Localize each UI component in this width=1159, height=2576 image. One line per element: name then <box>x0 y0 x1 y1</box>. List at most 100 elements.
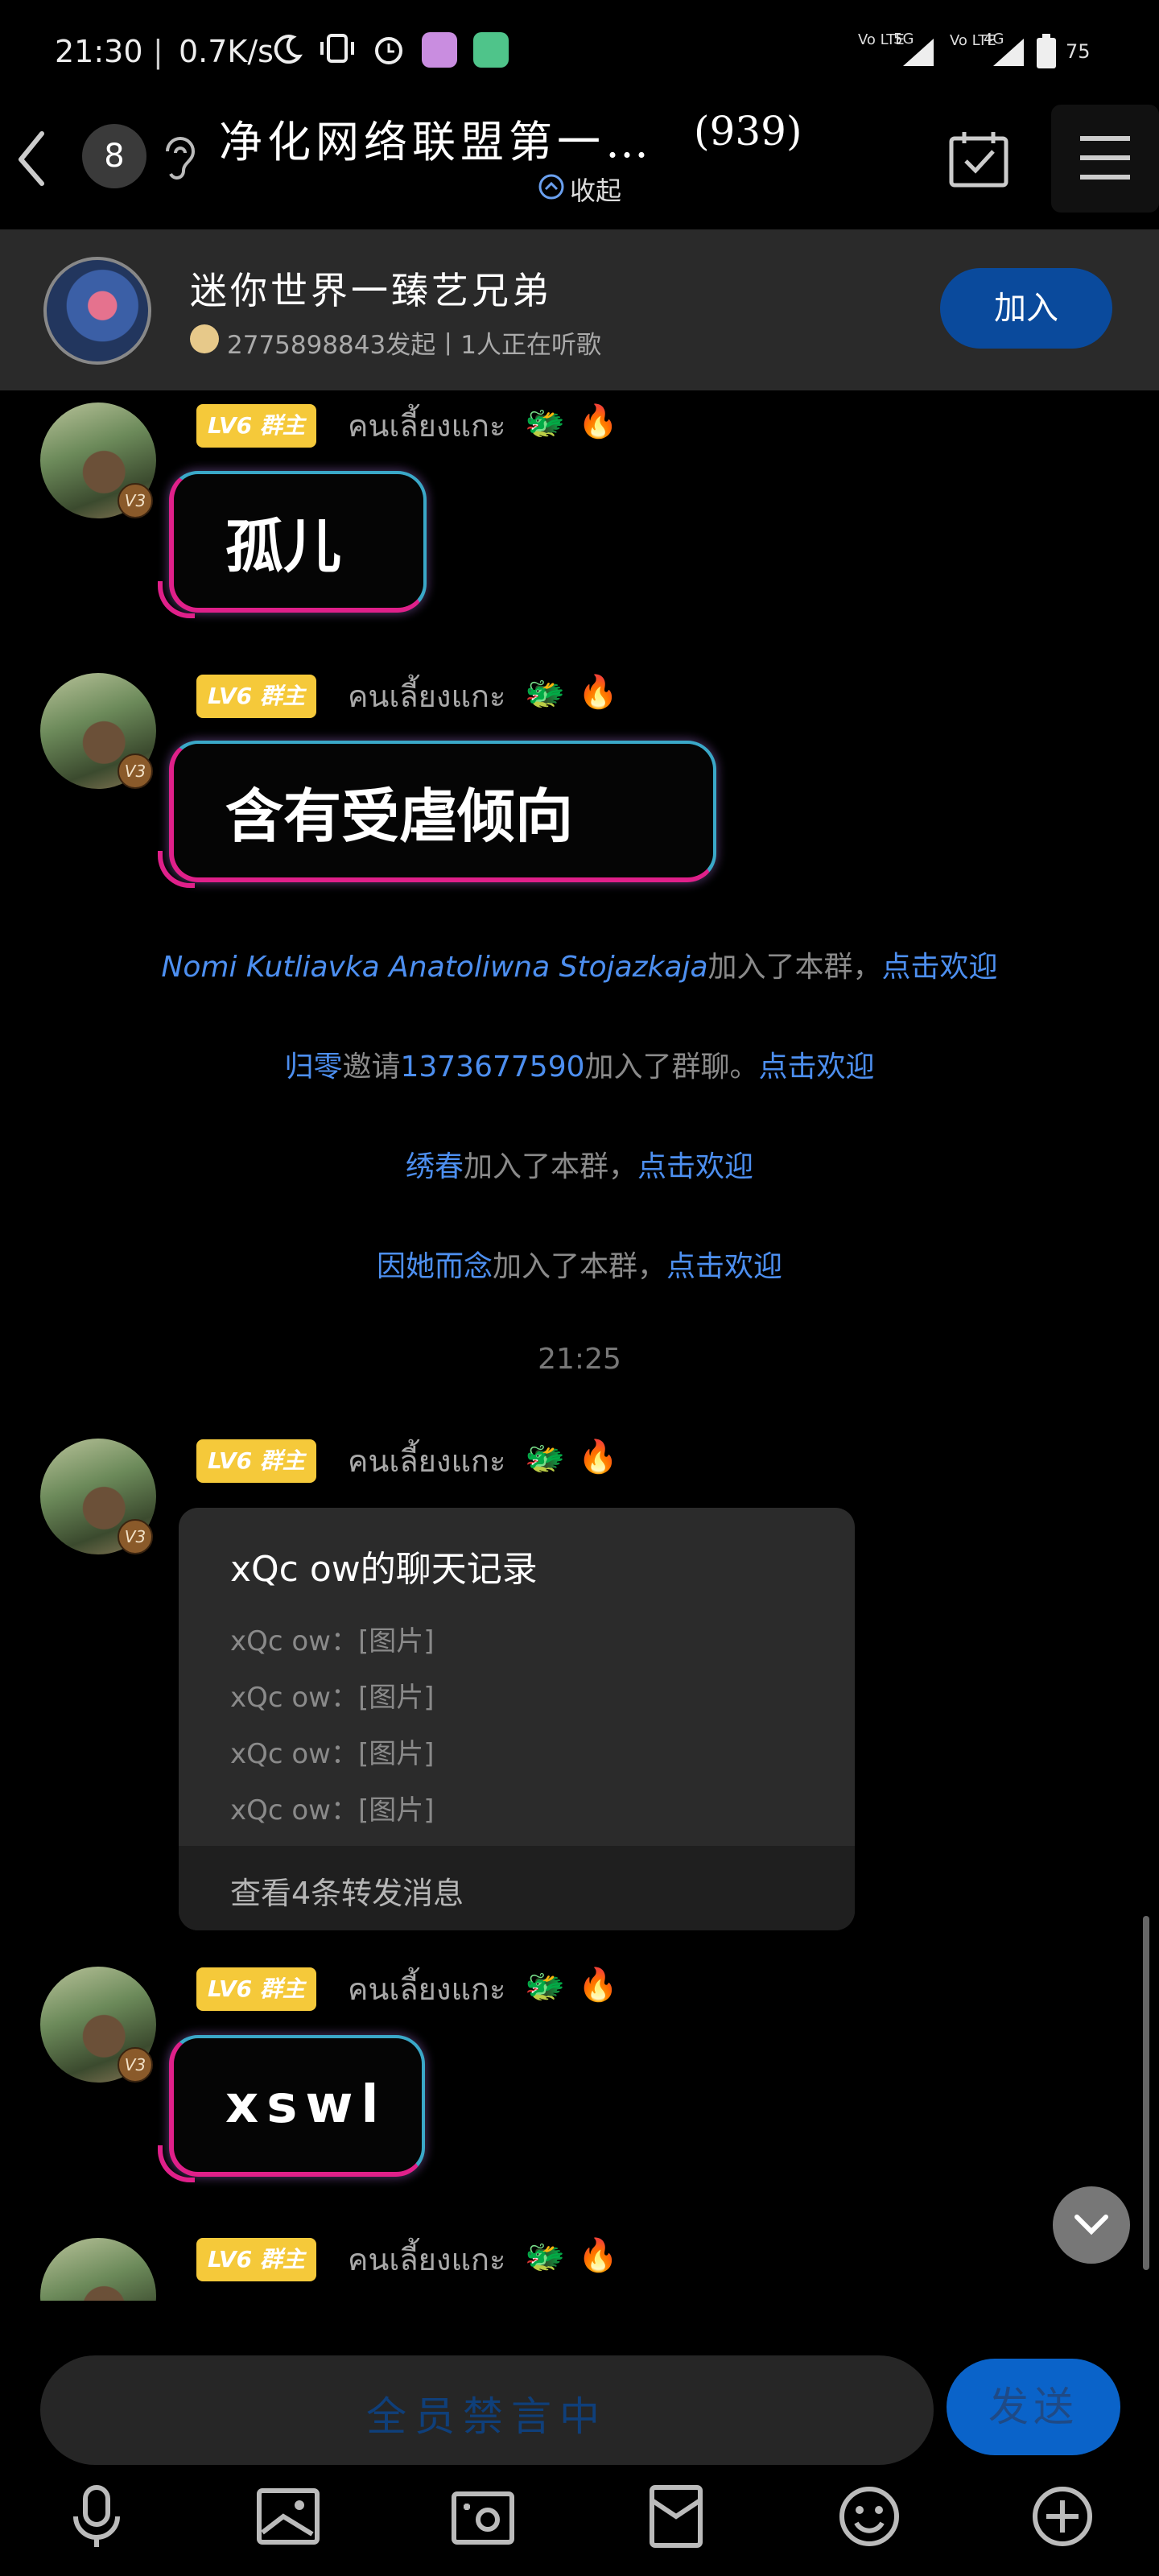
status-time: 21:30 <box>55 34 143 69</box>
inviter-name[interactable]: 归零 <box>284 1051 342 1084</box>
fire-icon: 🔥 <box>578 1967 618 2004</box>
welcome-link[interactable]: 点击欢迎 <box>637 1150 753 1183</box>
message-bubble[interactable]: 孤儿 <box>169 471 427 613</box>
sender-avatar[interactable] <box>40 2238 156 2301</box>
battery-level: 75 <box>1066 40 1091 63</box>
send-button[interactable]: 发送 <box>947 2359 1120 2455</box>
welcome-link[interactable]: 点击欢迎 <box>882 951 998 984</box>
app-notification-icon <box>422 32 457 68</box>
forward-line: xQc ow：[图片] <box>230 1682 435 1714</box>
level-badge: LV6 群主 <box>196 675 316 718</box>
forwarded-chat-card[interactable]: xQc ow的聊天记录 xQc ow：[图片] xQc ow：[图片] xQc … <box>179 1508 855 1930</box>
shopping-notification-icon <box>473 32 509 68</box>
joined-user-name[interactable]: 因她而念 <box>377 1250 493 1283</box>
system-join-message: 因她而念加入了本群，点击欢迎 <box>0 1243 1159 1285</box>
calendar-check-icon[interactable] <box>948 129 1009 190</box>
input-bar: 全员禁言中 发送 <box>0 2334 1159 2576</box>
vip-badge: V3 <box>118 2047 153 2083</box>
vip-badge: V3 <box>118 1519 153 1554</box>
message-bubble[interactable]: 含有受虐倾向 <box>169 741 716 882</box>
joined-user-name[interactable]: Nomi Kutliavka Anatoliwna Stojazkaja <box>161 951 707 984</box>
forward-line: xQc ow：[图片] <box>230 1738 435 1770</box>
dragon-icon: 🐲 <box>525 675 565 712</box>
song-title: 迷你世界一臻艺兄弟 <box>190 269 552 312</box>
forward-line: xQc ow：[图片] <box>230 1625 435 1657</box>
joined-user-name[interactable]: 绣春 <box>406 1150 464 1183</box>
back-arrow-icon[interactable] <box>14 130 47 187</box>
hamburger-menu-icon[interactable] <box>1079 134 1132 182</box>
fire-icon: 🔥 <box>578 2237 618 2274</box>
signal-icon-2 <box>993 39 1024 66</box>
level-badge: LV6 群主 <box>196 1967 316 2011</box>
sender-nickname[interactable]: คนเลี้ยงแกะ <box>348 404 505 448</box>
bubble-tail <box>158 2145 195 2182</box>
system-text: 加入了本群， <box>492 1250 666 1283</box>
join-button[interactable]: 加入 <box>940 268 1112 349</box>
signal-icon-1 <box>903 39 934 66</box>
message-row-partial: LV6 群主 คนเลี้ยงแกะ 🐲 🔥 <box>0 2230 1046 2301</box>
emoji-icon[interactable] <box>837 2484 901 2549</box>
level-badge: LV6 群主 <box>196 1439 316 1483</box>
image-icon[interactable] <box>256 2484 320 2549</box>
forward-footer[interactable]: 查看4条转发消息 <box>179 1846 855 1930</box>
camera-icon[interactable] <box>451 2484 515 2549</box>
unread-count-badge[interactable]: 8 <box>82 124 146 188</box>
alarm-icon <box>375 37 402 64</box>
welcome-link[interactable]: 点击欢迎 <box>759 1051 875 1084</box>
collapse-label[interactable]: 收起 <box>570 171 621 208</box>
dragon-icon: 🐲 <box>525 1968 565 2005</box>
role-text: 群主 <box>259 412 305 439</box>
level-text: LV6 <box>208 683 253 709</box>
role-text: 群主 <box>259 683 305 709</box>
message-bubble[interactable]: xswl <box>169 2035 425 2177</box>
forward-line: xQc ow：[图片] <box>230 1794 435 1827</box>
role-text: 群主 <box>259 2246 305 2273</box>
menu-button[interactable] <box>1051 105 1159 213</box>
system-text: 加入了本群， <box>463 1150 637 1183</box>
group-title[interactable]: 净化网络联盟第一… <box>219 106 654 170</box>
vibrate-icon <box>320 34 354 63</box>
level-text: LV6 <box>208 412 253 439</box>
song-subtitle: 2775898843发起丨1人正在听歌 <box>227 331 601 360</box>
status-speed: 0.7K/s <box>179 34 274 69</box>
view-forward-link[interactable]: 查看4条转发消息 <box>230 1868 464 1913</box>
fire-icon: 🔥 <box>578 1439 618 1476</box>
scrollbar-thumb[interactable] <box>1143 1916 1149 2270</box>
title-bar: 8 净化网络联盟第一… (939) 收起 <box>0 97 1159 229</box>
system-invite-message: 归零邀请1373677590加入了群聊。点击欢迎 <box>0 1043 1159 1085</box>
sender-nickname[interactable]: คนเลี้ยงแกะ <box>348 675 505 718</box>
battery-icon <box>1037 34 1056 68</box>
dragon-icon: 🐲 <box>525 2239 565 2276</box>
member-count[interactable]: (939) <box>694 108 802 155</box>
vip-badge: V3 <box>118 483 153 518</box>
system-join-message: 绣春加入了本群，点击欢迎 <box>0 1143 1159 1185</box>
status-divider: | <box>153 34 163 69</box>
message-input[interactable]: 全员禁言中 <box>40 2355 934 2465</box>
red-packet-icon[interactable] <box>644 2484 708 2549</box>
listen-together-banner[interactable]: 迷你世界一臻艺兄弟 2775898843发起丨1人正在听歌 加入 <box>0 229 1159 390</box>
level-text: LV6 <box>208 2246 253 2273</box>
ear-icon[interactable] <box>159 132 198 184</box>
invitee-number[interactable]: 1373677590 <box>400 1051 584 1084</box>
fire-icon: 🔥 <box>578 403 618 440</box>
role-text: 群主 <box>259 1975 305 2002</box>
level-badge: LV6 群主 <box>196 404 316 448</box>
system-text: 邀请 <box>342 1051 401 1084</box>
bubble-tail <box>158 851 195 888</box>
sender-nickname[interactable]: คนเลี้ยงแกะ <box>348 2238 505 2281</box>
scroll-to-bottom-button[interactable] <box>1053 2186 1130 2264</box>
dragon-icon: 🐲 <box>525 405 565 442</box>
sender-nickname[interactable]: คนเลี้ยงแกะ <box>348 1967 505 2011</box>
moon-icon <box>274 35 303 64</box>
forward-title: xQc ow的聊天记录 <box>230 1549 538 1590</box>
collapse-up-icon[interactable] <box>538 173 565 200</box>
microphone-icon[interactable] <box>64 2484 129 2549</box>
level-text: LV6 <box>208 1975 253 2002</box>
welcome-link[interactable]: 点击欢迎 <box>666 1250 782 1283</box>
chevron-down-icon[interactable] <box>1074 2212 1109 2238</box>
system-text: 加入了本群， <box>707 951 882 984</box>
sender-nickname[interactable]: คนเลี้ยงแกะ <box>348 1439 505 1483</box>
plus-icon[interactable] <box>1030 2484 1095 2549</box>
input-placeholder: 全员禁言中 <box>366 2393 608 2440</box>
song-cover-image[interactable] <box>43 257 151 365</box>
